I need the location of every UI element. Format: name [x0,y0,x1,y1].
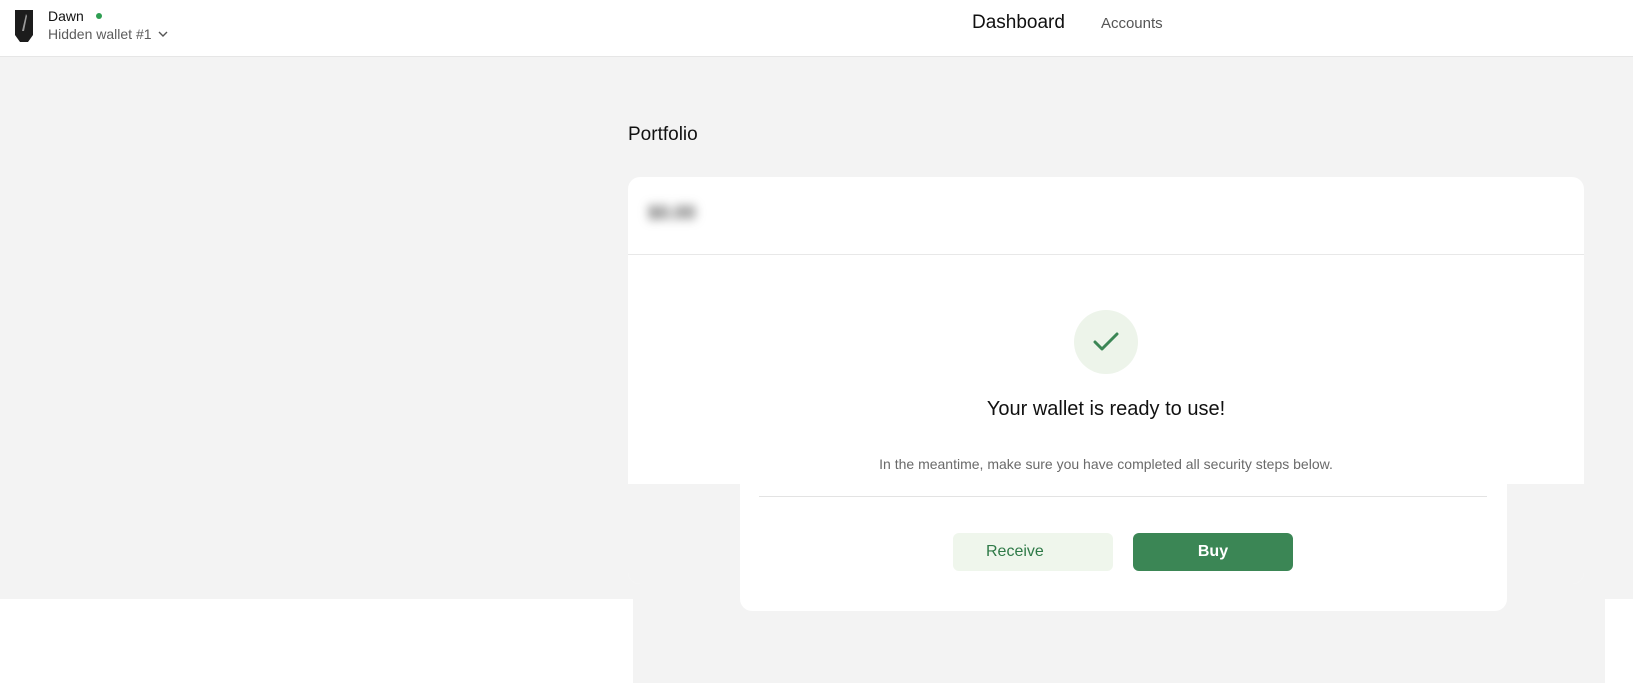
portfolio-balance[interactable]: $0.00 [648,203,696,225]
page-title: Portfolio [628,124,698,145]
success-title: Your wallet is ready to use! [986,398,1226,420]
portfolio-card-header: $0.00 [628,177,1584,255]
wallet-selector[interactable]: Hidden wallet #1 [48,26,168,42]
tab-dashboard[interactable]: Dashboard [972,12,1065,34]
tab-accounts[interactable]: Accounts [1101,15,1163,32]
connection-status-dot [96,13,102,19]
receive-button[interactable]: Receive [953,533,1113,571]
main-nav: Dashboard Accounts [972,12,1163,34]
wallet-name: Hidden wallet #1 [48,26,152,42]
success-badge [1074,310,1138,374]
buy-button[interactable]: Buy [1133,533,1293,571]
device-name: Dawn [48,8,84,24]
top-bar: Dawn Hidden wallet #1 Dashboard Accounts [0,0,1633,57]
success-subtitle: In the meantime, make sure you have comp… [879,456,1333,472]
chevron-down-icon [158,31,168,37]
checkmark-icon [1093,332,1119,351]
trezor-device-icon [15,10,33,42]
divider [759,496,1487,497]
